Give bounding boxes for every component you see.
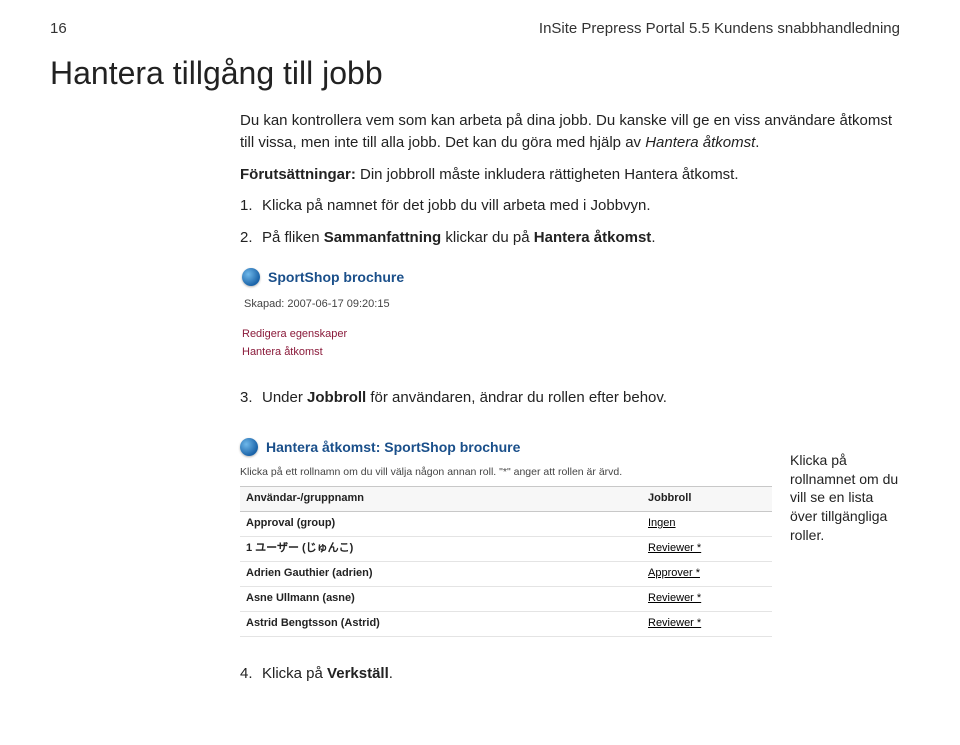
job-created-text: Skapad: 2007-06-17 09:20:15 — [244, 297, 578, 313]
intro-text: Du kan kontrollera vem som kan arbeta på… — [240, 112, 892, 151]
step-text: På fliken Sammanfattning klickar du på H… — [262, 227, 655, 249]
page-title: Hantera tillgång till jobb — [50, 55, 900, 92]
role-select[interactable]: Reviewer * — [648, 542, 701, 554]
body-content: Du kan kontrollera vem som kan arbeta på… — [240, 110, 900, 685]
t: Under — [262, 389, 307, 406]
screenshot-manage-access: Hantera åtkomst: SportShop brochure Klic… — [240, 433, 772, 637]
step-number: 4. — [240, 663, 262, 685]
page-header: 16 InSite Prepress Portal 5.5 Kundens sn… — [50, 20, 900, 37]
table-row: Astrid Bengtsson (Astrid) Reviewer * — [240, 611, 772, 636]
manage-access-link[interactable]: Hantera åtkomst — [242, 345, 578, 361]
step-number: 2. — [240, 227, 262, 249]
steps-list: 1. Klicka på namnet för det jobb du vill… — [240, 195, 900, 249]
table-row: Approval (group) Ingen — [240, 512, 772, 537]
table-row: Adrien Gauthier (adrien) Approver * — [240, 561, 772, 586]
t: Verkställ — [327, 665, 389, 682]
steps-list-2: 3. Under Jobbroll för användaren, ändrar… — [240, 387, 900, 409]
t: . — [389, 665, 393, 682]
job-icon — [242, 268, 260, 286]
step-number: 3. — [240, 387, 262, 409]
t: Sammanfattning — [324, 229, 442, 246]
job-title: SportShop brochure — [268, 267, 404, 287]
table-row: 1 ユーザー (じゅんこ) Reviewer * — [240, 537, 772, 562]
step-4: 4. Klicka på Verkställ. — [240, 663, 900, 685]
prereq-label: Förutsättningar: — [240, 166, 356, 183]
doc-title: InSite Prepress Portal 5.5 Kundens snabb… — [539, 20, 900, 37]
intro-feature-name: Hantera åtkomst — [645, 134, 755, 151]
roles-table: Användar-/gruppnamn Jobbroll Approval (g… — [240, 486, 772, 637]
user-name: 1 ユーザー (じゅんこ) — [240, 537, 642, 562]
intro-period: . — [755, 134, 759, 151]
margin-note: Klicka på rollnamnet om du vill se en li… — [790, 421, 900, 545]
prerequisites-line: Förutsättningar: Din jobbroll måste inkl… — [240, 164, 900, 186]
job-icon — [240, 438, 258, 456]
t: Jobbroll — [307, 389, 366, 406]
table-row: Asne Ullmann (asne) Reviewer * — [240, 586, 772, 611]
role-select[interactable]: Reviewer * — [648, 617, 701, 629]
role-select[interactable]: Approver * — [648, 567, 700, 579]
col-user: Användar-/gruppnamn — [240, 487, 642, 512]
t: för användaren, ändrar du rollen efter b… — [366, 389, 667, 406]
step-text: Klicka på namnet för det jobb du vill ar… — [262, 195, 651, 217]
table-header-row: Användar-/gruppnamn Jobbroll — [240, 487, 772, 512]
t: På fliken — [262, 229, 324, 246]
user-name: Adrien Gauthier (adrien) — [240, 561, 642, 586]
edit-properties-link[interactable]: Redigera egenskaper — [242, 327, 578, 343]
step-text: Klicka på Verkställ. — [262, 663, 393, 685]
step-3: 3. Under Jobbroll för användaren, ändrar… — [240, 387, 900, 409]
page-number: 16 — [50, 20, 67, 37]
user-name: Asne Ullmann (asne) — [240, 586, 642, 611]
step-1: 1. Klicka på namnet för det jobb du vill… — [240, 195, 900, 217]
prereq-text: Din jobbroll måste inkludera rättigheten… — [356, 166, 739, 183]
col-role: Jobbroll — [642, 487, 772, 512]
step-text: Under Jobbroll för användaren, ändrar du… — [262, 387, 667, 409]
t: Hantera åtkomst — [534, 229, 652, 246]
ss1-title-row: SportShop brochure — [242, 267, 578, 287]
role-select[interactable]: Ingen — [648, 517, 676, 529]
screenshot-access-wrap: Hantera åtkomst: SportShop brochure Klic… — [240, 421, 900, 655]
intro-paragraph: Du kan kontrollera vem som kan arbeta på… — [240, 110, 900, 154]
steps-list-3: 4. Klicka på Verkställ. — [240, 663, 900, 685]
manage-access-hint: Klicka på ett rollnamn om du vill välja … — [240, 465, 772, 480]
t: . — [651, 229, 655, 246]
ss2-header: Hantera åtkomst: SportShop brochure — [240, 437, 772, 457]
screenshot-job-summary: SportShop brochure Skapad: 2007-06-17 09… — [240, 261, 580, 369]
t: Klicka på — [262, 665, 327, 682]
user-name: Approval (group) — [240, 512, 642, 537]
manage-access-title: Hantera åtkomst: SportShop brochure — [266, 437, 520, 457]
role-select[interactable]: Reviewer * — [648, 592, 701, 604]
step-number: 1. — [240, 195, 262, 217]
t: klickar du på — [441, 229, 534, 246]
step-2: 2. På fliken Sammanfattning klickar du p… — [240, 227, 900, 249]
user-name: Astrid Bengtsson (Astrid) — [240, 611, 642, 636]
